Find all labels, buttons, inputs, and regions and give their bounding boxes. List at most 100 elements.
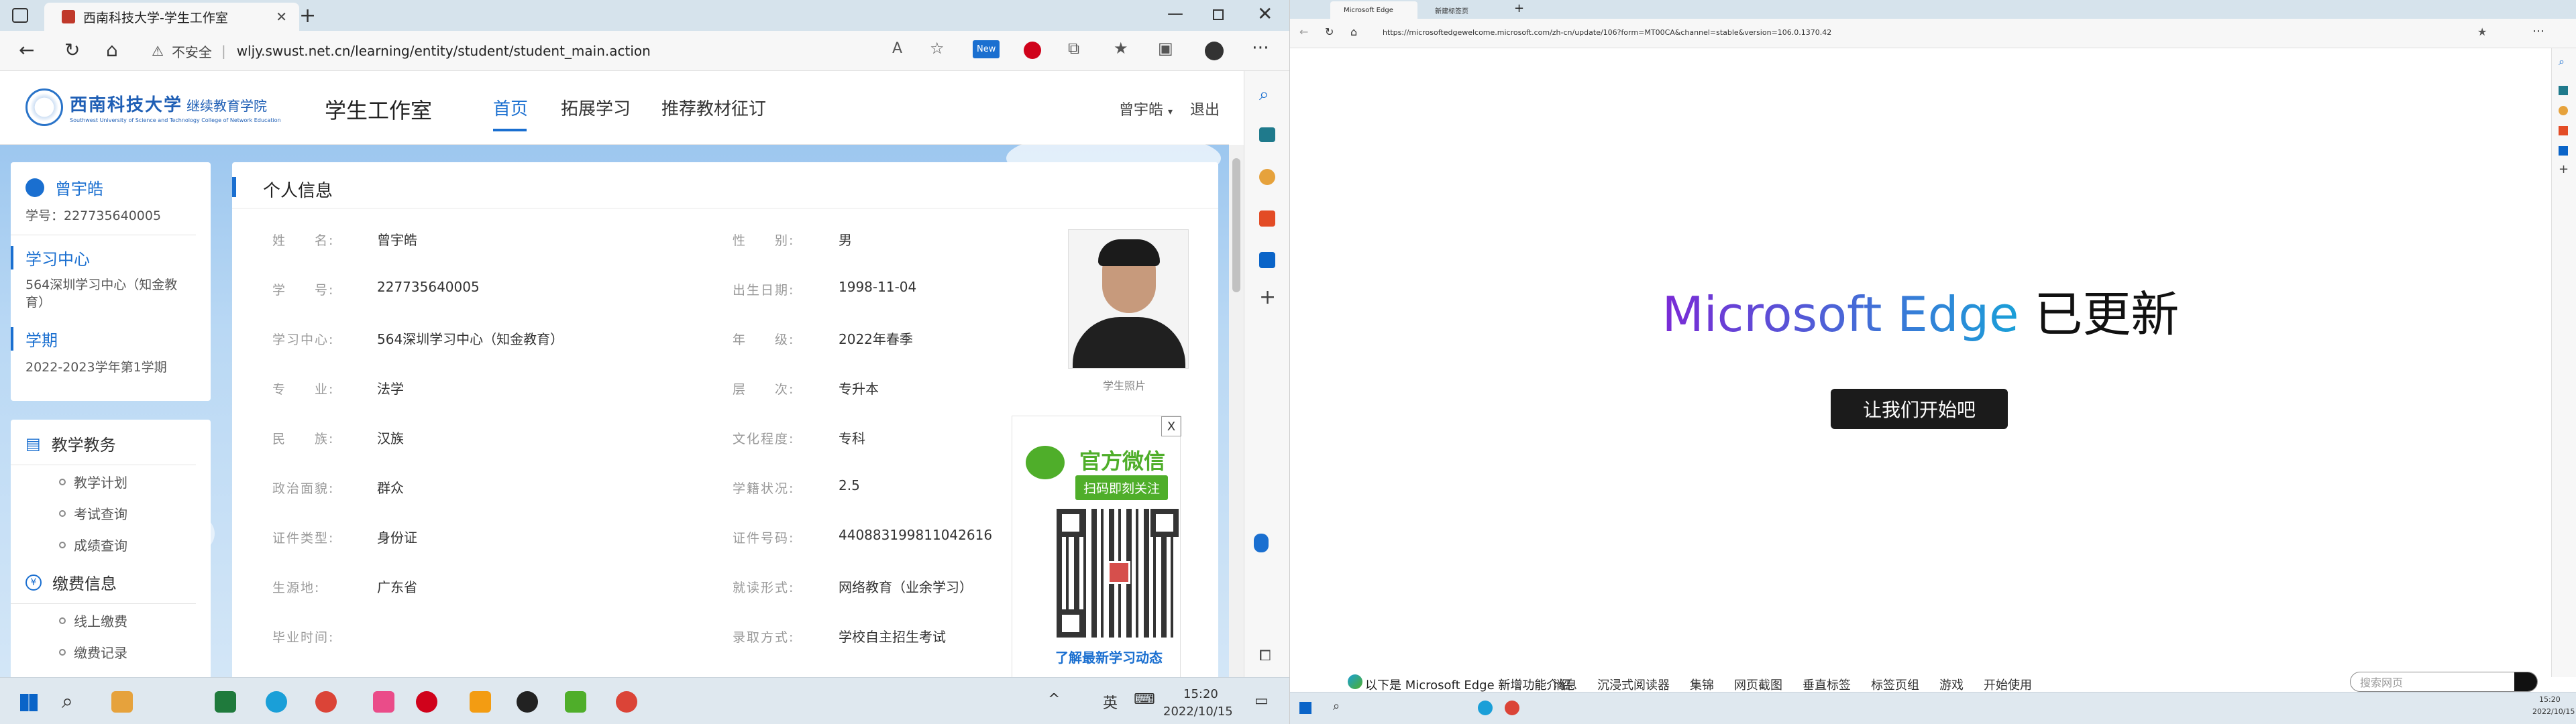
footer-link[interactable]: 开始使用 [1984, 676, 2032, 693]
task-view-icon[interactable] [111, 691, 133, 713]
popup-close-button[interactable]: X [1161, 416, 1181, 436]
footer-links: 消息 沉浸式阅读器 集锦 网页截图 垂直标签 标签页组 游戏 开始使用 [1553, 676, 2032, 693]
start-icon[interactable] [1299, 702, 1311, 714]
footer-link[interactable]: 标签页组 [1871, 676, 1919, 693]
home-icon[interactable]: ⌂ [1350, 25, 1357, 38]
menu-group-payment[interactable]: ¥ 缴费信息 [25, 570, 211, 594]
minimize-icon[interactable]: — [1167, 4, 1183, 23]
office-icon[interactable] [2559, 126, 2568, 135]
clock-time[interactable]: 15:20 [2539, 695, 2561, 704]
new-tab-icon[interactable]: + [1514, 1, 1524, 15]
read-aloud-icon[interactable]: A [892, 40, 902, 57]
url-text[interactable]: https://microsoftedgewelcome.microsoft.c… [1383, 28, 1831, 37]
restore-icon[interactable] [1213, 9, 1224, 20]
app-icon[interactable] [215, 691, 236, 713]
tray-chevron-icon[interactable]: ^ [1048, 691, 1060, 708]
footer-link[interactable]: 垂直标签 [1803, 676, 1851, 693]
chrome-icon[interactable] [1505, 701, 1519, 715]
refresh-icon[interactable]: ↻ [64, 39, 80, 61]
menu-group-teaching[interactable]: ▤ 教学教务 [25, 432, 211, 455]
taskbar-search-icon[interactable]: ⌕ [1333, 699, 1340, 713]
menu-item-online-pay[interactable]: 线上缴费 [59, 611, 211, 630]
app-icon[interactable] [373, 691, 394, 713]
wechat-footer: 了解最新学习动态 [1055, 650, 1163, 666]
clock-date[interactable]: 2022/10/15 [1163, 705, 1233, 719]
user-menu[interactable]: 曾宇皓 ▾ [1119, 98, 1173, 119]
site-logo[interactable]: 西南科技大学 继续教育学院 Southwest University of Sc… [25, 88, 338, 126]
tab-active[interactable]: 西南科技大学-学生工作室 ✕ [44, 3, 299, 31]
address-input[interactable]: ⚠ 不安全 | wljy.swust.net.cn/learning/entit… [152, 36, 903, 66]
footer-search[interactable]: 搜索网页 [2350, 672, 2538, 692]
tools-icon[interactable] [1259, 169, 1275, 185]
extensions-icon[interactable]: ⧉ [1068, 39, 1079, 58]
field-label: 层 次: [733, 382, 795, 397]
app-icon[interactable] [416, 691, 437, 713]
clock-date[interactable]: 2022/10/15 [2532, 707, 2575, 716]
new-tab-icon[interactable]: + [299, 4, 316, 27]
tab-active[interactable]: Microsoft Edge [1330, 1, 1417, 19]
nav-extended-learning[interactable]: 拓展学习 [561, 95, 631, 120]
footer-link[interactable]: 集锦 [1690, 676, 1714, 693]
tab-inactive[interactable]: 新建标签页 [1421, 1, 1509, 19]
menu-item-plan[interactable]: 教学计划 [59, 472, 211, 491]
field-value: 专升本 [839, 381, 879, 397]
search-icon[interactable] [2514, 672, 2537, 691]
menu-item-pay-records[interactable]: 缴费记录 [59, 642, 211, 662]
favorites-icon[interactable]: ★ [1114, 39, 1128, 58]
back-icon[interactable]: ← [1299, 25, 1308, 38]
favorite-add-icon[interactable]: ☆ [930, 39, 945, 58]
favorite-add-icon[interactable]: ★ [2477, 25, 2487, 38]
page-scrollbar[interactable] [1229, 145, 1244, 677]
outlook-icon[interactable] [2559, 146, 2568, 156]
nav-home[interactable]: 首页 [493, 95, 528, 120]
tools-icon[interactable] [2559, 106, 2568, 115]
start-icon[interactable] [20, 694, 38, 711]
profile-avatar-icon[interactable] [1205, 42, 1224, 60]
home-icon[interactable]: ⌂ [106, 39, 118, 61]
footer-link[interactable]: 游戏 [1939, 676, 1964, 693]
search-icon[interactable]: ⌕ [2559, 55, 2565, 68]
footer-link[interactable]: 网页截图 [1734, 676, 1782, 693]
keyboard-icon[interactable]: ⌨ [1134, 691, 1155, 708]
footer-link[interactable]: 沉浸式阅读器 [1597, 676, 1670, 693]
tab-actions-icon[interactable] [12, 8, 28, 23]
outlook-icon[interactable] [1259, 252, 1275, 268]
refresh-icon[interactable]: ↻ [1325, 25, 1334, 38]
qr-code[interactable] [1057, 509, 1179, 638]
ime-indicator[interactable]: 英 [1103, 691, 1118, 713]
shopping-icon[interactable] [2559, 86, 2568, 95]
nav-textbook-order[interactable]: 推荐教材征订 [661, 95, 766, 120]
collections-icon[interactable]: ▣ [1158, 39, 1173, 58]
add-icon[interactable]: + [1259, 286, 1276, 309]
menu-item-exam[interactable]: 考试查询 [59, 503, 211, 523]
search-icon[interactable]: ⌕ [1259, 84, 1269, 105]
logout-link[interactable]: 退出 [1190, 98, 1220, 119]
edge-icon[interactable] [1478, 701, 1493, 715]
more-menu-icon[interactable]: ⋯ [1252, 38, 1269, 58]
wechat-taskbar-icon[interactable] [565, 691, 586, 713]
clock-time[interactable]: 15:20 [1183, 687, 1218, 701]
back-icon[interactable]: ← [19, 39, 34, 61]
qq-icon[interactable] [517, 691, 538, 713]
field-label: 录取方式: [733, 630, 795, 645]
tab-close-icon[interactable]: ✕ [276, 9, 287, 25]
add-icon[interactable]: + [2559, 162, 2569, 176]
collapse-sidebar-icon[interactable] [1254, 534, 1269, 552]
menu-item-grades[interactable]: 成绩查询 [59, 535, 211, 554]
shopping-icon[interactable] [1259, 127, 1275, 142]
opera-extension-icon[interactable] [1024, 42, 1041, 59]
new-feature-badge[interactable]: New [973, 40, 1000, 58]
footer-link[interactable]: 消息 [1553, 676, 1577, 693]
more-menu-icon[interactable]: ⋯ [2532, 24, 2544, 38]
notification-icon[interactable]: ▭ [1254, 692, 1269, 709]
sidebar-settings-icon[interactable]: ⧠ [1259, 648, 1271, 664]
get-started-button[interactable]: 让我们开始吧 [1831, 389, 2008, 429]
close-window-icon[interactable]: ✕ [1257, 3, 1273, 25]
taskbar-search-icon[interactable]: ⌕ [62, 690, 73, 713]
edge-icon[interactable] [266, 691, 287, 713]
app-icon[interactable] [470, 691, 491, 713]
chrome-icon[interactable] [616, 691, 637, 713]
chrome-icon[interactable] [315, 691, 337, 713]
office-icon[interactable] [1259, 210, 1275, 227]
field-value: 2022年春季 [839, 331, 913, 347]
